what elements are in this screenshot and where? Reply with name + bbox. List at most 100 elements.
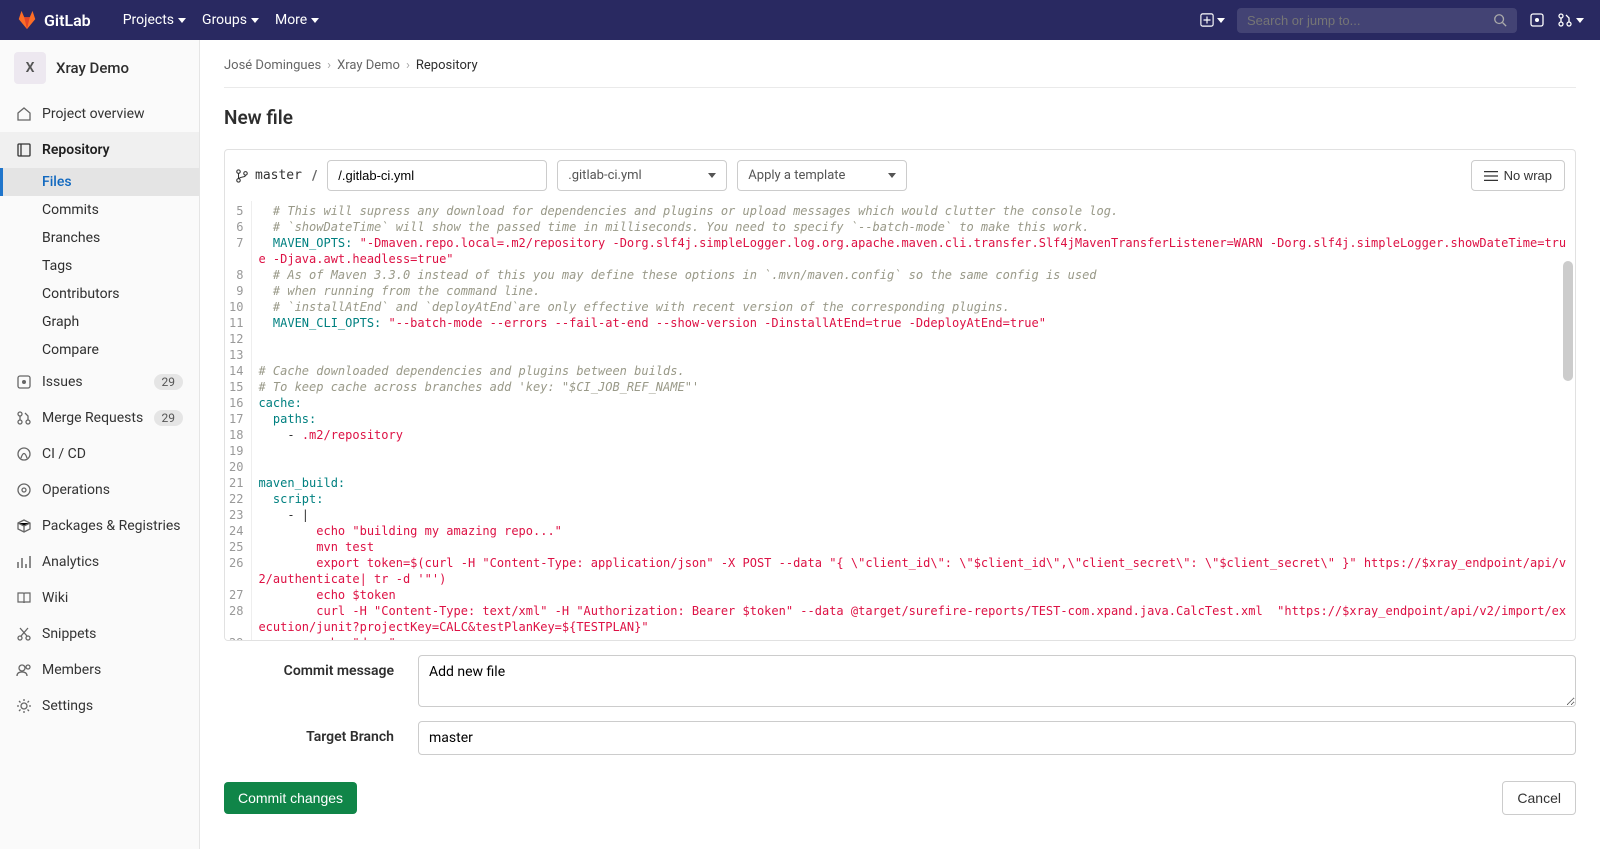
sidebar-item-label: Project overview: [42, 106, 145, 122]
editor-scrollbar[interactable]: [1563, 261, 1573, 381]
ops-icon: [16, 482, 32, 498]
commit-message-row: Commit message: [224, 655, 1576, 707]
template-type-select[interactable]: .gitlab-ci.yml: [557, 160, 727, 191]
sidebar-sub-tags[interactable]: Tags: [0, 252, 199, 280]
branch-chip: master: [235, 168, 302, 183]
merge-requests-shortcut[interactable]: [1557, 12, 1584, 28]
wiki-icon: [16, 590, 32, 606]
issues-shortcut[interactable]: [1529, 12, 1545, 28]
sidebar-sub-graph[interactable]: Graph: [0, 308, 199, 336]
home-icon: [16, 106, 32, 122]
gitlab-logo[interactable]: GitLab: [16, 9, 91, 31]
issues-icon: [16, 374, 32, 390]
tanuki-icon: [16, 9, 38, 31]
sidebar-item-project-overview[interactable]: Project overview: [0, 96, 199, 132]
sidebar-item-analytics[interactable]: Analytics: [0, 544, 199, 580]
global-search[interactable]: [1237, 8, 1517, 33]
topbar: GitLab Projects Groups More: [0, 0, 1600, 40]
target-branch-input[interactable]: [418, 721, 1576, 755]
chevron-down-icon: [178, 18, 186, 23]
nav-more[interactable]: More: [275, 12, 319, 28]
sidebar-item-operations[interactable]: Operations: [0, 472, 199, 508]
chevron-down-icon: [708, 173, 716, 178]
page-title: New file: [224, 106, 1576, 129]
main-content: José Domingues › Xray Demo › Repository …: [200, 40, 1600, 849]
sidebar-item-label: Operations: [42, 482, 110, 498]
sidebar-item-label: Settings: [42, 698, 93, 714]
target-branch-label: Target Branch: [224, 721, 394, 745]
brand-text: GitLab: [44, 11, 91, 30]
sidebar-item-label: CI / CD: [42, 446, 86, 462]
repo-icon: [16, 142, 32, 158]
file-toolbar: master / .gitlab-ci.yml Apply a template…: [224, 149, 1576, 201]
sidebar-sub-branches[interactable]: Branches: [0, 224, 199, 252]
sidebar-item-label: Snippets: [42, 626, 96, 642]
commit-message-input[interactable]: [418, 655, 1576, 707]
settings-icon: [16, 698, 32, 714]
search-input[interactable]: [1247, 13, 1485, 28]
path-separator: /: [312, 168, 317, 184]
chevron-down-icon: [1576, 18, 1584, 23]
nav-groups[interactable]: Groups: [202, 12, 259, 28]
project-header[interactable]: X Xray Demo: [0, 40, 199, 96]
commit-changes-button[interactable]: Commit changes: [224, 782, 357, 814]
branch-icon: [235, 169, 249, 183]
sidebar-item-issues[interactable]: Issues 29: [0, 364, 199, 400]
chevron-down-icon: [311, 18, 319, 23]
analytics-icon: [16, 554, 32, 570]
sidebar-item-settings[interactable]: Settings: [0, 688, 199, 724]
project-avatar: X: [14, 52, 46, 84]
count-badge: 29: [154, 410, 184, 426]
sidebar-item-merge-requests[interactable]: Merge Requests 29: [0, 400, 199, 436]
sidebar-sub-commits[interactable]: Commits: [0, 196, 199, 224]
nowrap-button[interactable]: No wrap: [1471, 160, 1565, 191]
count-badge: 29: [154, 374, 184, 390]
sidebar-item-label: Packages & Registries: [42, 518, 181, 534]
sidebar-item-label: Wiki: [42, 590, 68, 606]
members-icon: [16, 662, 32, 678]
nav-projects[interactable]: Projects: [123, 12, 186, 28]
snippets-icon: [16, 626, 32, 642]
sidebar-item-ci-cd[interactable]: CI / CD: [0, 436, 199, 472]
sidebar-item-label: Analytics: [42, 554, 99, 570]
code-area[interactable]: # This will supress any download for dep…: [252, 201, 1575, 640]
sidebar-item-wiki[interactable]: Wiki: [0, 580, 199, 616]
new-dropdown[interactable]: [1199, 7, 1225, 33]
sidebar-item-members[interactable]: Members: [0, 652, 199, 688]
chevron-down-icon: [888, 173, 896, 178]
form-actions: Commit changes Cancel: [224, 781, 1576, 815]
filename-input[interactable]: [327, 160, 547, 191]
sidebar-item-packages-registries[interactable]: Packages & Registries: [0, 508, 199, 544]
crumb-current: Repository: [416, 58, 478, 73]
pkg-icon: [16, 518, 32, 534]
merge-icon: [16, 410, 32, 426]
project-name: Xray Demo: [56, 59, 129, 77]
branch-name: master: [255, 168, 302, 183]
ci-icon: [16, 446, 32, 462]
search-icon: [1493, 13, 1507, 27]
cancel-button[interactable]: Cancel: [1502, 781, 1576, 815]
sidebar-item-snippets[interactable]: Snippets: [0, 616, 199, 652]
chevron-down-icon: [1217, 18, 1225, 23]
sidebar-item-label: Repository: [42, 142, 110, 158]
target-branch-row: Target Branch: [224, 721, 1576, 755]
commit-message-label: Commit message: [224, 655, 394, 679]
sidebar-sub-compare[interactable]: Compare: [0, 336, 199, 364]
sidebar-sub-contributors[interactable]: Contributors: [0, 280, 199, 308]
breadcrumb: José Domingues › Xray Demo › Repository: [224, 52, 1576, 88]
sidebar-item-label: Merge Requests: [42, 410, 143, 426]
plus-square-icon: [1200, 13, 1214, 27]
crumb-user[interactable]: José Domingues: [224, 58, 321, 73]
code-editor[interactable]: 5678910111213141516171819202122232425262…: [224, 201, 1576, 641]
list-icon: [1484, 170, 1498, 182]
line-gutter: 5678910111213141516171819202122232425262…: [225, 201, 252, 640]
apply-template-select[interactable]: Apply a template: [737, 160, 907, 191]
sidebar-item-repository[interactable]: Repository: [0, 132, 199, 168]
sidebar-item-label: Issues: [42, 374, 83, 390]
crumb-project[interactable]: Xray Demo: [337, 58, 400, 73]
sidebar-item-label: Members: [42, 662, 101, 678]
topbar-nav: Projects Groups More: [123, 12, 320, 28]
sidebar-sub-files[interactable]: Files: [0, 168, 199, 196]
chevron-down-icon: [251, 18, 259, 23]
sidebar: X Xray Demo Project overview Repository Fi…: [0, 40, 200, 849]
